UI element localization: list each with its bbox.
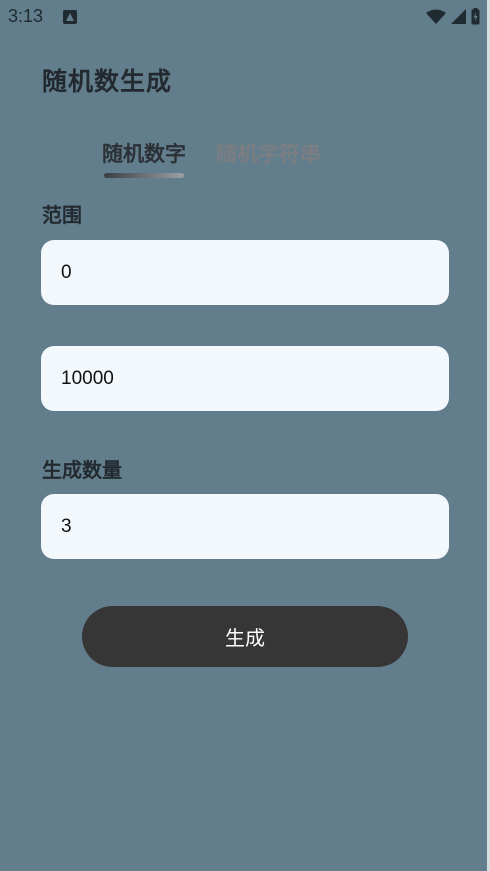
wifi-icon (426, 9, 446, 24)
tab-random-number[interactable]: 随机数字 (102, 138, 186, 168)
count-label: 生成数量 (42, 458, 122, 482)
status-bar: 3:13 (0, 0, 490, 34)
count-input[interactable]: 3 (41, 494, 449, 559)
a-notification-icon (63, 10, 77, 24)
active-tab-indicator (104, 173, 184, 178)
tab-random-string[interactable]: 随机字符串 (216, 138, 321, 168)
page-title: 随机数生成 (42, 67, 173, 96)
system-icons (426, 8, 480, 25)
generate-button[interactable]: 生成 (82, 606, 408, 667)
range-min-input[interactable]: 0 (41, 240, 449, 305)
range-max-input[interactable]: 10000 (41, 346, 449, 411)
cell-signal-icon (451, 9, 466, 24)
battery-charging-icon (471, 8, 480, 25)
status-time: 3:13 (8, 6, 44, 26)
range-label: 范围 (42, 203, 82, 227)
app-screen: 3:13 随机数生成 随机数字 随机字符串 范围 0 10000 生成数量 3 … (0, 0, 490, 871)
